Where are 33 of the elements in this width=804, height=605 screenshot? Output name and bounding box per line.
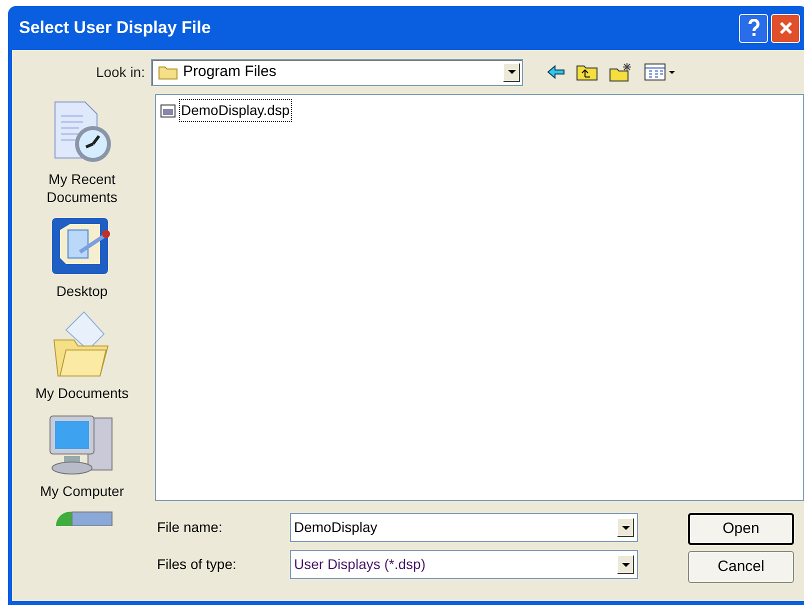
place-label[interactable]: My Documents: [32, 384, 132, 402]
field-value: User Displays (*.dsp): [294, 555, 426, 574]
file-item[interactable]: DemoDisplay.dsp: [179, 99, 292, 122]
new-folder-icon[interactable]: [609, 62, 633, 82]
dropdown-button[interactable]: [503, 62, 520, 82]
field-label: File name:: [156, 518, 224, 537]
dropdown-button[interactable]: [617, 555, 634, 574]
dialog-button[interactable]: Open: [688, 513, 794, 545]
look-in-dropdown[interactable]: Program Files: [151, 58, 523, 86]
combo-field[interactable]: DemoDisplay: [290, 513, 638, 542]
folder-up-icon[interactable]: [576, 63, 598, 81]
back-arrow-icon[interactable]: [547, 65, 565, 79]
caret-icon: [622, 562, 630, 566]
place-label[interactable]: Desktop: [32, 282, 132, 300]
close-icon: [778, 21, 792, 35]
place-label[interactable]: My Recent Documents: [32, 170, 132, 206]
help-icon: [748, 19, 760, 37]
help-button[interactable]: [739, 14, 768, 42]
place-label[interactable]: My Computer: [32, 482, 132, 500]
file-icon: [160, 102, 176, 118]
combo-field[interactable]: User Displays (*.dsp): [290, 550, 638, 579]
caret-icon: [622, 526, 630, 530]
dialog-button[interactable]: Cancel: [688, 551, 794, 583]
look-in-value: Program Files: [183, 62, 278, 82]
folder-icon: [158, 64, 178, 80]
field-value: DemoDisplay: [294, 518, 378, 537]
close-button[interactable]: [771, 14, 800, 42]
field-label: Files of type:: [156, 555, 238, 574]
window-title: Select User Display File: [19, 17, 212, 40]
dropdown-button[interactable]: [617, 518, 634, 537]
caret-icon: [508, 70, 516, 74]
look-in-label: Look in:: [94, 62, 146, 82]
view-menu-icon[interactable]: [644, 63, 676, 81]
